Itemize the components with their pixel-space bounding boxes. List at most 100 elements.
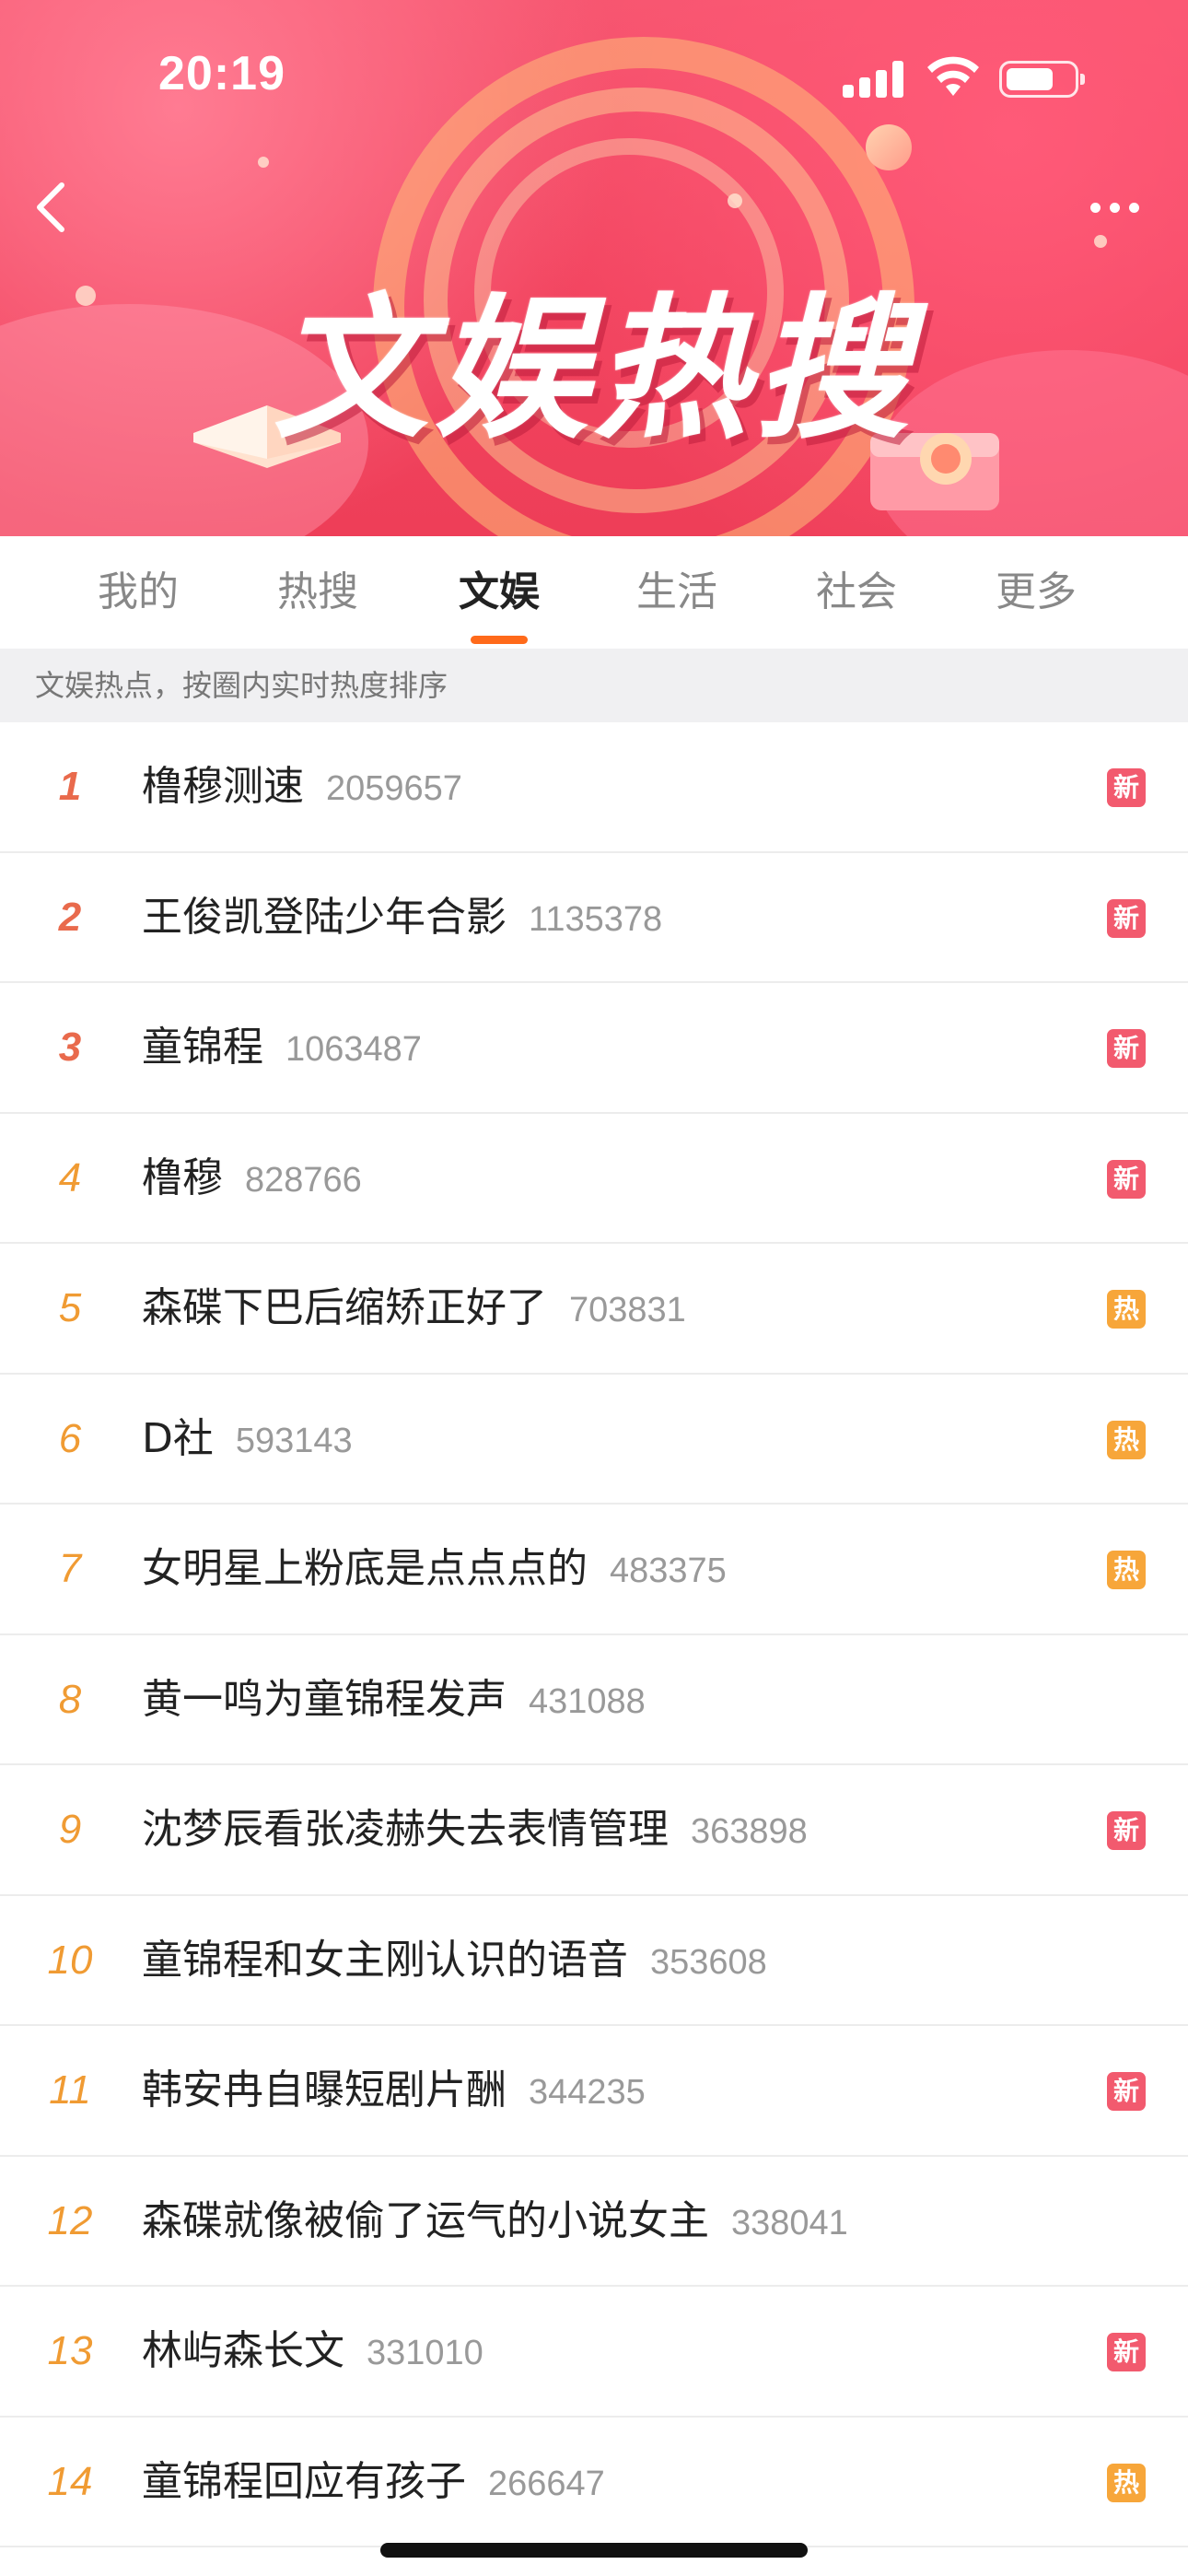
topic: 韩安冉自曝短剧片酬 344235 — [142, 2026, 646, 2155]
topic-title: 橹穆测速 — [142, 763, 304, 810]
rank-number: 3 — [58, 1025, 82, 1070]
topic-title: D社 — [142, 1414, 214, 1462]
planet-icon — [866, 124, 912, 170]
hot-search-item[interactable]: 14 童锦程回应有孩子 266647 热 — [0, 2418, 1188, 2547]
hot-search-item[interactable]: 13 林屿森长文 331010 新 — [0, 2287, 1188, 2418]
more-dot-icon — [1109, 202, 1120, 213]
topic-title: 童锦程和女主刚认识的语音 — [142, 1936, 628, 1984]
rank-number: 12 — [47, 2197, 93, 2243]
active-tab-indicator — [471, 636, 528, 644]
tab-society[interactable]: 社会 — [774, 536, 939, 649]
rank-number: 13 — [47, 2328, 93, 2373]
more-button[interactable] — [1077, 180, 1151, 235]
cellular-signal-icon — [843, 61, 907, 98]
hot-badge: 热 — [1107, 1290, 1146, 1329]
topic-title: 女明星上粉底是点点点的 — [142, 1545, 588, 1592]
heat-count: 363898 — [691, 1812, 808, 1851]
topic: 森碟下巴后缩矫正好了 703831 — [142, 1244, 686, 1373]
topic: 女明星上粉底是点点点的 483375 — [142, 1505, 727, 1633]
topic: 林屿森长文 331010 — [142, 2287, 483, 2416]
hot-search-item[interactable]: 7 女明星上粉底是点点点的 483375 热 — [0, 1505, 1188, 1635]
rank-number: 7 — [58, 1546, 82, 1591]
hot-search-list: 1 橹穆测速 2059657 新 2 王俊凯登陆少年合影 1135378 新 3 童锦程 10634… — [0, 722, 1188, 2547]
rank-number: 9 — [58, 1807, 82, 1852]
heat-count: 828766 — [245, 1160, 362, 1200]
hot-search-item[interactable]: 9 沈梦辰看张凌赫失去表情管理 363898 新 — [0, 1765, 1188, 1896]
hot-badge: 热 — [1107, 1420, 1146, 1459]
topic: 沈梦辰看张凌赫失去表情管理 363898 — [142, 1765, 808, 1894]
hot-search-item[interactable]: 3 童锦程 1063487 新 — [0, 983, 1188, 1114]
rank-number: 10 — [47, 1937, 93, 1983]
banner-title: 文娱热搜 — [274, 279, 914, 460]
topic: 童锦程回应有孩子 266647 — [142, 2418, 605, 2547]
sparkle-icon — [728, 193, 742, 208]
hot-search-item[interactable]: 4 橹穆 828766 新 — [0, 1114, 1188, 1244]
tab-more[interactable]: 更多 — [953, 536, 1119, 649]
hot-search-item[interactable]: 11 韩安冉自曝短剧片酬 344235 新 — [0, 2026, 1188, 2157]
topic: 王俊凯登陆少年合影 1135378 — [142, 853, 662, 982]
topic-title: 韩安冉自曝短剧片酬 — [142, 2067, 507, 2113]
hot-search-item[interactable]: 12 森碟就像被偷了运气的小说女主 338041 — [0, 2157, 1188, 2287]
new-badge: 新 — [1107, 1159, 1146, 1199]
heat-count: 1063487 — [285, 1030, 422, 1069]
topic: 橹穆 828766 — [142, 1114, 362, 1243]
home-indicator[interactable] — [380, 2543, 808, 2558]
header-banner: 20:19 文娱热搜 — [0, 0, 1188, 536]
heat-count: 344235 — [529, 2073, 646, 2112]
heat-count: 431088 — [529, 1681, 646, 1721]
topic-title: 童锦程回应有孩子 — [142, 2457, 466, 2505]
heat-count: 483375 — [610, 1551, 727, 1590]
chevron-left-icon — [37, 182, 64, 232]
list-description: 文娱热点，按圈内实时热度排序 — [0, 649, 1188, 722]
rank-number: 5 — [58, 1285, 82, 1330]
heat-count: 266647 — [488, 2464, 605, 2503]
rank-number: 8 — [58, 1676, 82, 1722]
heat-count: 1135378 — [529, 899, 663, 939]
new-badge: 新 — [1107, 768, 1146, 807]
heat-count: 338041 — [731, 2203, 848, 2242]
rank-number: 1 — [58, 764, 82, 809]
new-badge: 新 — [1107, 898, 1146, 938]
rank-number: 2 — [58, 894, 82, 940]
hot-search-item[interactable]: 1 橹穆测速 2059657 新 — [0, 722, 1188, 853]
topic: 橹穆测速 2059657 — [142, 722, 462, 851]
rank-number: 11 — [49, 2067, 91, 2113]
topic: D社 593143 — [142, 1375, 353, 1504]
topic-title: 林屿森长文 — [142, 2327, 344, 2374]
new-badge: 新 — [1107, 2072, 1146, 2111]
topic-title: 黄一鸣为童锦程发声 — [142, 1675, 507, 1723]
rank-number: 4 — [58, 1154, 82, 1200]
rank-number: 14 — [47, 2458, 93, 2504]
topic-title: 王俊凯登陆少年合影 — [142, 893, 507, 941]
hot-badge: 热 — [1107, 2463, 1146, 2502]
status-bar: 20:19 — [0, 46, 1188, 120]
tab-life[interactable]: 生活 — [594, 536, 760, 649]
tab-hot-search[interactable]: 热搜 — [235, 536, 401, 649]
hot-search-item[interactable]: 2 王俊凯登陆少年合影 1135378 新 — [0, 853, 1188, 983]
wifi-icon — [927, 56, 979, 96]
topic: 森碟就像被偷了运气的小说女主 338041 — [142, 2157, 848, 2286]
category-tabs: 我的 热搜 文娱 生活 社会 更多 — [0, 536, 1188, 649]
heat-count: 353608 — [650, 1942, 767, 1982]
hot-search-item[interactable]: 8 黄一鸣为童锦程发声 431088 — [0, 1635, 1188, 1765]
tab-entertainment[interactable]: 文娱 — [416, 536, 582, 649]
new-badge: 新 — [1107, 1029, 1146, 1068]
hot-search-item[interactable]: 5 森碟下巴后缩矫正好了 703831 热 — [0, 1244, 1188, 1375]
topic: 童锦程 1063487 — [142, 983, 422, 1112]
topic: 童锦程和女主刚认识的语音 353608 — [142, 1896, 767, 2025]
status-time: 20:19 — [158, 47, 285, 100]
sparkle-icon — [258, 157, 269, 168]
topic-title: 沈梦辰看张凌赫失去表情管理 — [142, 1806, 669, 1853]
new-badge: 新 — [1107, 1811, 1146, 1850]
tab-mine[interactable]: 我的 — [55, 536, 221, 649]
more-dot-icon — [1089, 202, 1101, 213]
hot-search-item[interactable]: 10 童锦程和女主刚认识的语音 353608 — [0, 1896, 1188, 2026]
topic-title: 森碟就像被偷了运气的小说女主 — [142, 2196, 709, 2244]
topic-title: 童锦程 — [142, 1024, 263, 1071]
rank-number: 6 — [58, 1415, 82, 1461]
more-dot-icon — [1128, 202, 1139, 213]
hot-search-item[interactable]: 6 D社 593143 热 — [0, 1375, 1188, 1505]
back-button[interactable] — [18, 175, 83, 240]
battery-icon — [999, 61, 1085, 98]
new-badge: 新 — [1107, 2333, 1146, 2371]
